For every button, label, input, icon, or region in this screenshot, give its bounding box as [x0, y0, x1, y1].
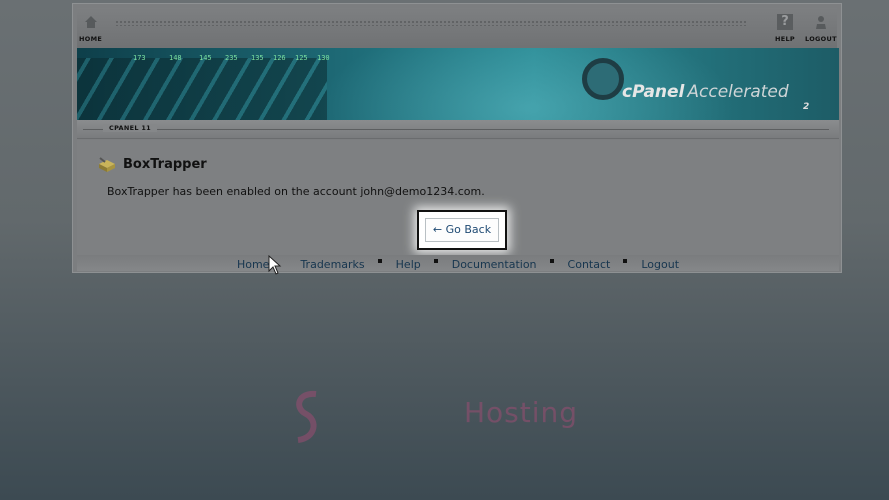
go-back-highlight: ← Go Back — [417, 210, 507, 250]
led-readout: 135 — [251, 54, 264, 62]
led-readout: 173 — [133, 54, 146, 62]
logout-icon — [813, 14, 829, 30]
hosting-watermark: Hosting — [288, 388, 577, 452]
watermark-logo-icon — [296, 390, 317, 443]
cpanel-logo-icon — [582, 58, 624, 100]
home-icon — [83, 14, 99, 30]
led-readout: 148 — [169, 54, 182, 62]
footer-link-home[interactable]: Home — [237, 258, 269, 271]
cpanel-logo-text: cPanel Accelerated — [622, 82, 789, 102]
footer-link-documentation[interactable]: Documentation — [452, 258, 537, 271]
breadcrumb-divider — [83, 129, 829, 130]
page-title: BoxTrapper — [123, 157, 207, 172]
boxtrapper-icon — [97, 156, 117, 172]
cpanel-banner: 173 148 145 235 135 126 125 130 cPanel Ac… — [77, 48, 839, 120]
product-name: Accelerated — [687, 82, 789, 102]
cpanel-window: HOME ? HELP LOGOUT 173 148 145 235 135 1… — [72, 3, 842, 273]
footer-link-trademarks[interactable]: Trademarks — [300, 258, 364, 271]
go-back-button[interactable]: ← Go Back — [425, 218, 499, 242]
main-content: BoxTrapper BoxTrapper has been enabled o… — [77, 140, 839, 255]
breadcrumb-item-cpanel[interactable]: CPANEL 11 — [103, 124, 157, 132]
brand-name: cPanel — [622, 82, 685, 102]
help-button-label: HELP — [775, 35, 795, 43]
logout-button-label: LOGOUT — [805, 35, 837, 43]
footer-separator — [282, 259, 286, 263]
footer-separator — [549, 259, 554, 263]
product-version: 2 — [803, 102, 810, 112]
mouse-cursor-icon — [268, 254, 282, 279]
top-navigation-bar: HOME ? HELP LOGOUT — [77, 8, 837, 50]
led-readout: 145 — [199, 54, 212, 62]
led-readout: 125 — [295, 54, 308, 62]
led-readout: 126 — [273, 54, 286, 62]
network-cables-graphic — [77, 58, 327, 120]
footer-link-contact[interactable]: Contact — [568, 258, 611, 271]
led-readout: 130 — [317, 54, 330, 62]
footer-link-help[interactable]: Help — [396, 258, 421, 271]
watermark-text: Hosting — [464, 396, 579, 429]
footer-link-logout[interactable]: Logout — [641, 258, 679, 271]
home-button[interactable]: HOME — [79, 14, 102, 43]
footer-separator — [433, 259, 438, 263]
footer-separator — [623, 259, 628, 263]
home-button-label: HOME — [79, 35, 103, 43]
footer-links: Home Trademarks Help Documentation Contact Lo… — [77, 255, 839, 271]
logout-button[interactable]: LOGOUT — [805, 14, 837, 43]
breadcrumb: CPANEL 11 — [77, 120, 839, 139]
help-button[interactable]: ? HELP — [775, 14, 795, 43]
status-message: BoxTrapper has been enabled on the accou… — [107, 185, 485, 198]
led-readout: 235 — [225, 54, 238, 62]
help-icon: ? — [777, 14, 793, 30]
topbar-divider — [115, 20, 747, 26]
footer-separator — [377, 259, 382, 263]
